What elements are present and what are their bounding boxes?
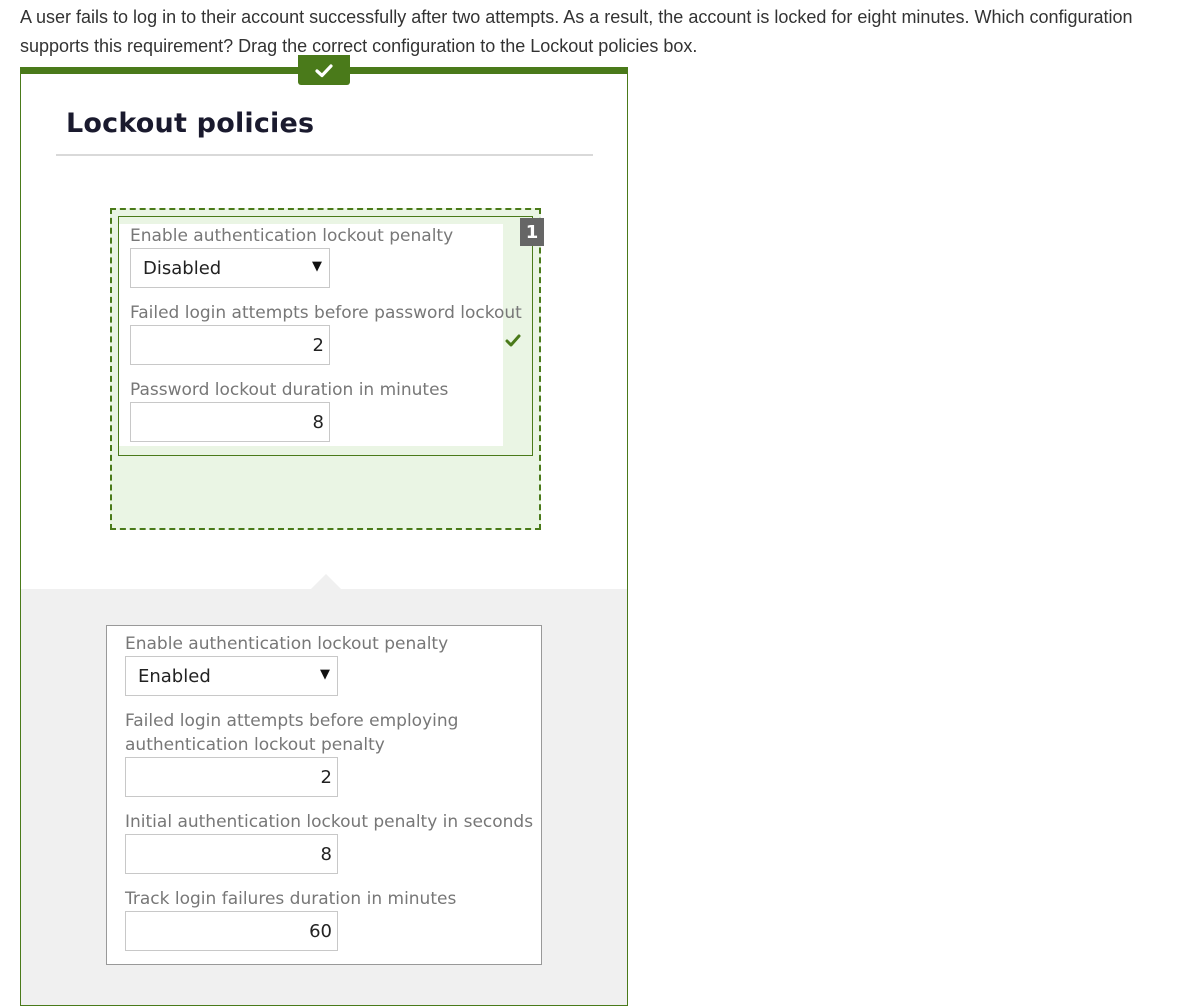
duration-input[interactable]: 8 (130, 402, 330, 442)
drop-zone[interactable]: Enable authentication lockout penalty Di… (110, 208, 544, 530)
option-penalty-select[interactable]: Enabled ▼ (125, 656, 338, 696)
title-divider (56, 154, 593, 156)
placed-config-fields: Enable authentication lockout penalty Di… (119, 224, 522, 446)
option-track-value: 60 (309, 921, 332, 942)
option-config-card[interactable]: Enable authentication lockout penalty En… (106, 625, 542, 965)
answer-tray: Enable authentication lockout penalty En… (21, 574, 627, 1005)
placed-config-card[interactable]: Enable authentication lockout penalty Di… (118, 216, 544, 456)
option-track-label: Track login failures duration in minutes (125, 889, 457, 909)
lockout-policies-panel: Lockout policies Enable authentication l… (20, 67, 628, 1006)
tray-pointer (311, 574, 341, 589)
option-attempts-value: 2 (320, 767, 332, 788)
chevron-down-icon: ▼ (312, 259, 322, 274)
panel-title: Lockout policies (66, 108, 315, 139)
penalty-label: Enable authentication lockout penalty (130, 226, 454, 246)
checkmark-icon (298, 55, 350, 85)
duration-value: 8 (312, 412, 324, 433)
option-initial-penalty-value: 8 (320, 844, 332, 865)
option-penalty-label: Enable authentication lockout penalty (125, 634, 449, 654)
checkmark-icon (505, 334, 521, 352)
attempts-input[interactable]: 2 (130, 325, 330, 365)
attempts-label: Failed login attempts before password lo… (130, 303, 522, 323)
chevron-down-icon: ▼ (320, 667, 330, 682)
option-penalty-select-value: Enabled (138, 666, 211, 687)
question-text: A user fails to log in to their account … (20, 7, 1133, 56)
penalty-select[interactable]: Disabled ▼ (130, 248, 330, 288)
option-initial-penalty-input[interactable]: 8 (125, 834, 338, 874)
attempts-value: 2 (312, 335, 324, 356)
duration-label: Password lockout duration in minutes (130, 380, 449, 400)
option-track-input[interactable]: 60 (125, 911, 338, 951)
placement-number-badge: 1 (520, 218, 544, 246)
option-attempts-input[interactable]: 2 (125, 757, 338, 797)
option-initial-penalty-label: Initial authentication lockout penalty i… (125, 812, 534, 832)
option-attempts-label: Failed login attempts before employing a… (125, 711, 459, 755)
penalty-select-value: Disabled (143, 258, 222, 279)
